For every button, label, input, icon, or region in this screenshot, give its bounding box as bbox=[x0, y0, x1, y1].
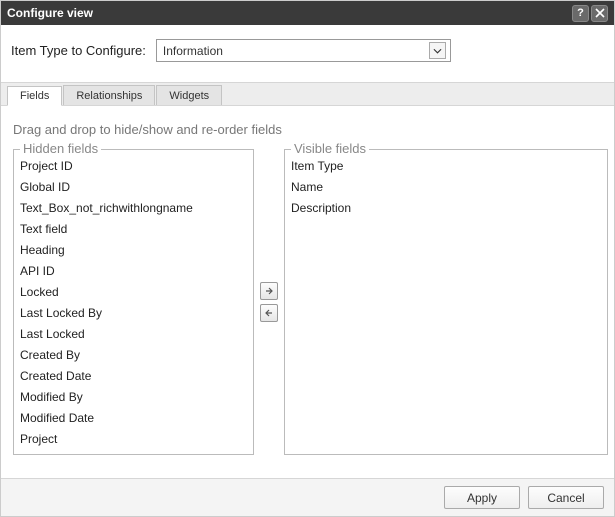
visible-fields-legend: Visible fields bbox=[291, 141, 369, 156]
list-item[interactable]: Project bbox=[18, 429, 249, 450]
list-item[interactable]: Last Locked bbox=[18, 324, 249, 345]
tab-relationships[interactable]: Relationships bbox=[63, 85, 155, 105]
close-button[interactable] bbox=[591, 5, 608, 22]
hidden-fields-box: Hidden fields Project IDGlobal IDText_Bo… bbox=[13, 149, 254, 455]
list-item[interactable]: Text field bbox=[18, 219, 249, 240]
hidden-fields-legend: Hidden fields bbox=[20, 141, 101, 156]
list-item[interactable]: Last Activity Date bbox=[18, 450, 249, 454]
item-type-select[interactable]: Information bbox=[156, 39, 451, 62]
list-item[interactable]: Modified By bbox=[18, 387, 249, 408]
list-item[interactable]: Global ID bbox=[18, 177, 249, 198]
tabs: Fields Relationships Widgets bbox=[1, 82, 614, 106]
list-item[interactable]: Project ID bbox=[18, 156, 249, 177]
item-type-select-wrap: Information bbox=[156, 39, 451, 62]
footer: Apply Cancel bbox=[1, 478, 614, 516]
list-item[interactable]: Last Locked By bbox=[18, 303, 249, 324]
list-item[interactable]: Heading bbox=[18, 240, 249, 261]
list-item[interactable]: Name bbox=[289, 177, 603, 198]
list-item[interactable]: Locked bbox=[18, 282, 249, 303]
lists-area: Hidden fields Project IDGlobal IDText_Bo… bbox=[1, 149, 614, 455]
move-buttons bbox=[260, 149, 278, 455]
list-item[interactable]: Created By bbox=[18, 345, 249, 366]
list-item[interactable]: Created Date bbox=[18, 366, 249, 387]
visible-fields-list[interactable]: Item TypeNameDescription bbox=[285, 150, 607, 454]
hidden-fields-list[interactable]: Project IDGlobal IDText_Box_not_richwith… bbox=[14, 150, 253, 454]
cancel-button[interactable]: Cancel bbox=[528, 486, 604, 509]
item-type-value: Information bbox=[163, 44, 223, 58]
list-item[interactable]: API ID bbox=[18, 261, 249, 282]
window-controls: ? bbox=[572, 5, 608, 22]
list-item[interactable]: Description bbox=[289, 198, 603, 219]
content-area: Item Type to Configure: Information bbox=[1, 25, 614, 82]
tab-fields[interactable]: Fields bbox=[7, 86, 62, 106]
move-right-button[interactable] bbox=[260, 282, 278, 300]
item-type-row: Item Type to Configure: Information bbox=[11, 39, 604, 74]
move-left-button[interactable] bbox=[260, 304, 278, 322]
titlebar: Configure view ? bbox=[1, 1, 614, 25]
apply-button[interactable]: Apply bbox=[444, 486, 520, 509]
item-type-label: Item Type to Configure: bbox=[11, 43, 146, 58]
window-title: Configure view bbox=[7, 6, 93, 20]
tab-widgets[interactable]: Widgets bbox=[156, 85, 222, 105]
help-button[interactable]: ? bbox=[572, 5, 589, 22]
list-item[interactable]: Item Type bbox=[289, 156, 603, 177]
visible-fields-box: Visible fields Item TypeNameDescription bbox=[284, 149, 608, 455]
chevron-down-icon bbox=[429, 42, 446, 59]
list-item[interactable]: Text_Box_not_richwithlongname bbox=[18, 198, 249, 219]
list-item[interactable]: Modified Date bbox=[18, 408, 249, 429]
